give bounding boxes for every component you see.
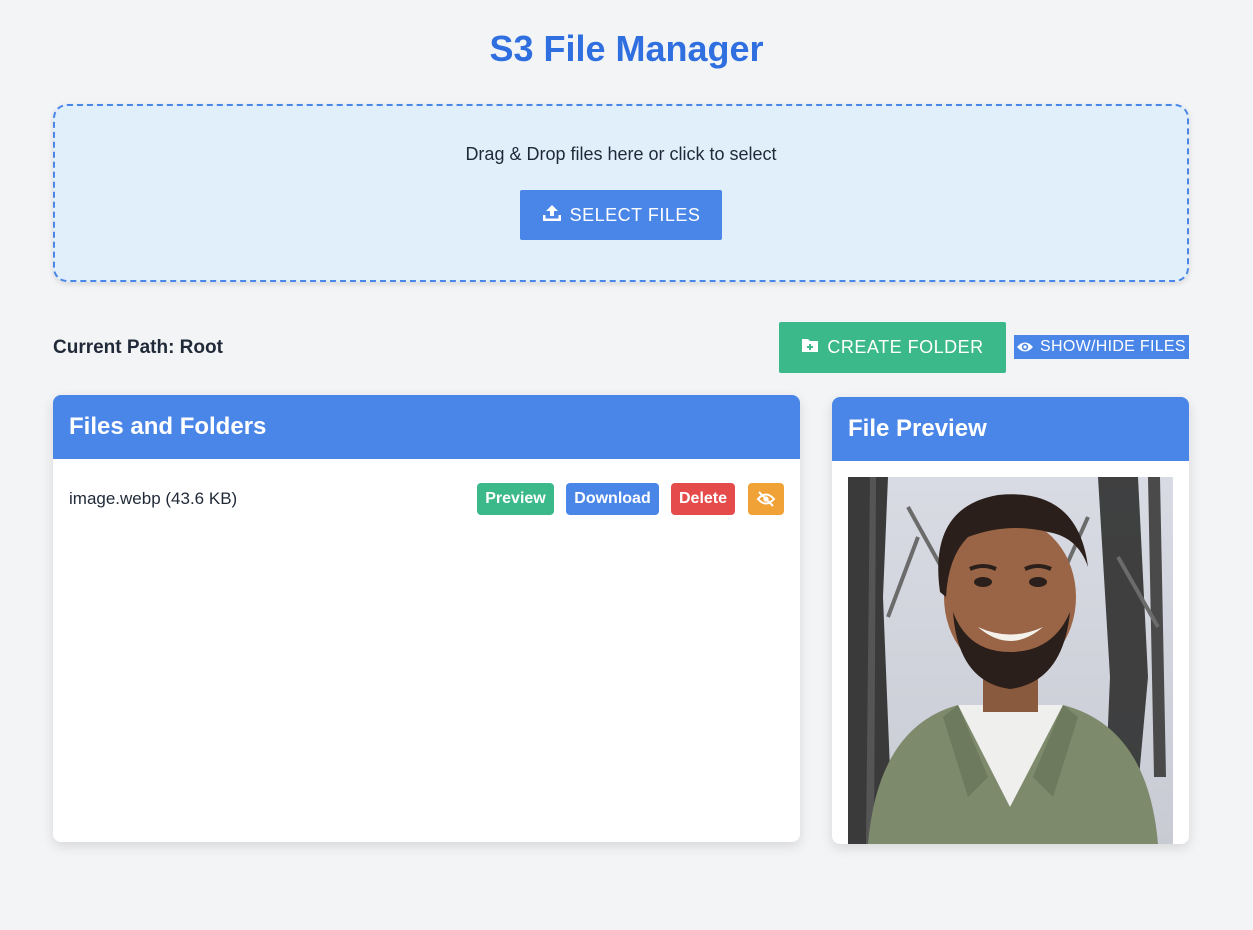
show-hide-files-label: SHOW/HIDE FILES xyxy=(1040,338,1186,355)
files-panel-title: Files and Folders xyxy=(53,395,800,459)
list-item: image.webp (43.6 KB) Preview Download De… xyxy=(53,483,800,515)
hide-file-button[interactable] xyxy=(748,483,784,515)
preview-button[interactable]: Preview xyxy=(477,483,554,515)
preview-panel: File Preview xyxy=(832,397,1189,844)
current-path: Current Path: Root xyxy=(53,337,223,358)
folder-plus-icon xyxy=(801,337,819,358)
file-dropzone[interactable]: Drag & Drop files here or click to selec… xyxy=(53,104,1189,282)
upload-icon xyxy=(542,204,562,227)
file-name: image.webp (43.6 KB) xyxy=(69,489,238,508)
delete-button[interactable]: Delete xyxy=(671,483,735,515)
dropzone-text: Drag & Drop files here or click to selec… xyxy=(465,144,777,164)
preview-panel-title: File Preview xyxy=(832,397,1189,461)
preview-image xyxy=(848,477,1173,844)
eye-slash-icon xyxy=(756,491,776,507)
create-folder-button[interactable]: CREATE FOLDER xyxy=(779,322,1006,373)
select-files-button[interactable]: SELECT FILES xyxy=(520,190,722,240)
files-panel: Files and Folders image.webp (43.6 KB) P… xyxy=(53,395,800,842)
select-files-label: SELECT FILES xyxy=(569,204,701,225)
page-title: S3 File Manager xyxy=(489,28,764,69)
show-hide-files-button[interactable]: SHOW/HIDE FILES xyxy=(1014,335,1189,359)
eye-icon xyxy=(1014,340,1034,354)
download-button[interactable]: Download xyxy=(566,483,659,515)
create-folder-label: CREATE FOLDER xyxy=(827,337,984,357)
